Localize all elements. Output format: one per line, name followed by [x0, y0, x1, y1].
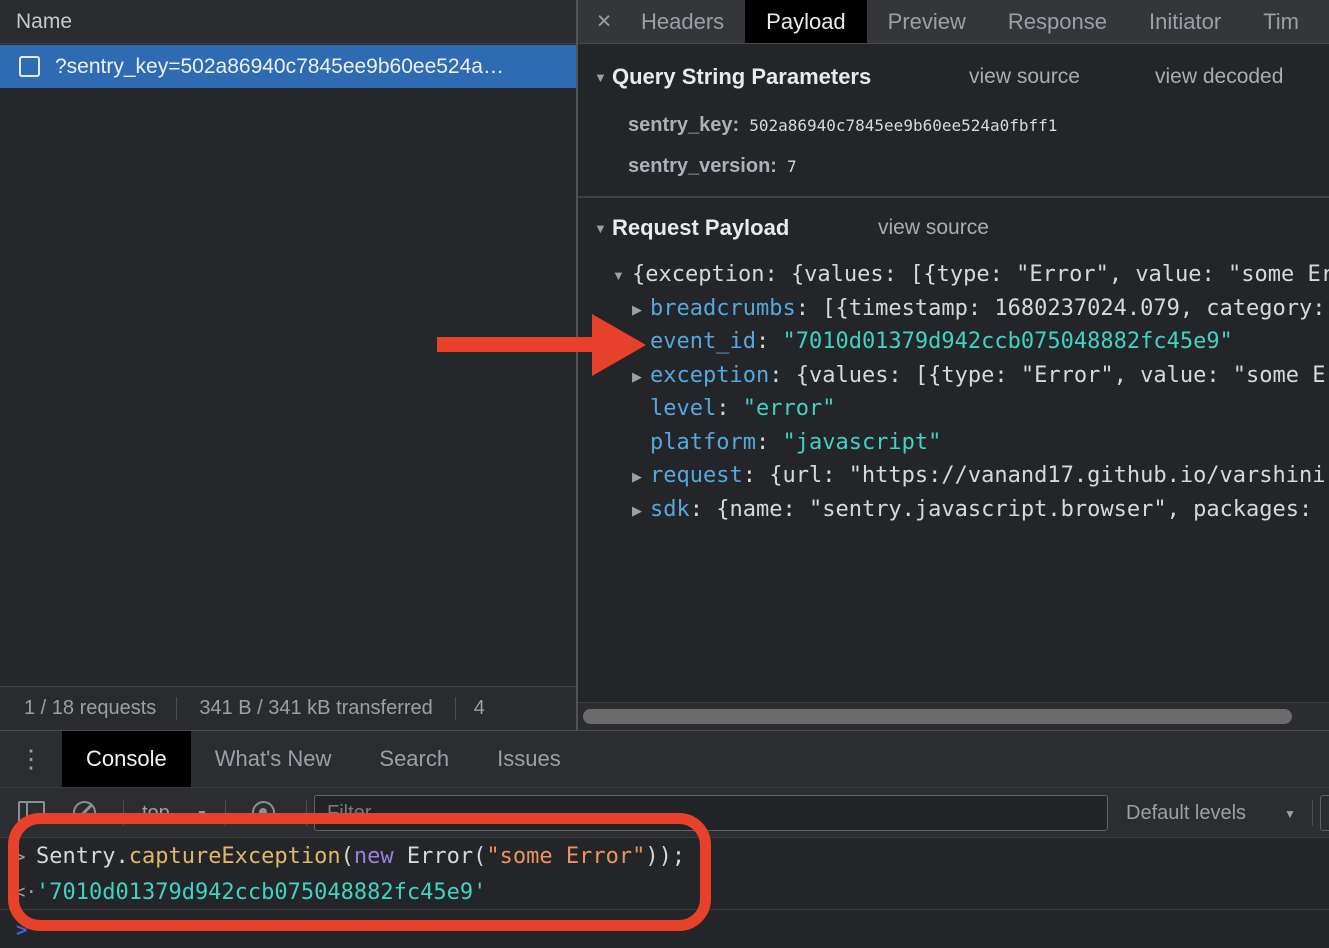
tree-row-request[interactable]: ▶request: {url: "https://vanand17.github… — [578, 459, 1329, 493]
tree-key: breadcrumbs — [650, 296, 796, 321]
tree-row-event-id[interactable]: event_id: "7010d01379d942ccb075048882fc4… — [578, 325, 1329, 359]
request-payload-section-header: ▼ Request Payload view source — [594, 214, 1329, 242]
tree-key: sdk — [650, 497, 690, 522]
param-name: sentry_version: — [628, 155, 777, 177]
tree-key: exception — [650, 363, 769, 388]
tab-console[interactable]: Console — [62, 731, 191, 787]
triangle-expanded-icon[interactable]: ▼ — [594, 70, 612, 85]
tree-string-value: "7010d01379d942ccb075048882fc45e9" — [782, 329, 1232, 354]
tree-row-root[interactable]: ▼{exception: {values: [{type: "Error", v… — [578, 258, 1329, 292]
transferred-size: 341 B / 341 kB transferred — [177, 697, 454, 720]
tree-key: level — [650, 396, 716, 421]
annotation-arrow-shaft — [437, 337, 593, 352]
view-source-link[interactable]: view source — [878, 214, 989, 242]
expander-icon[interactable]: ▶ — [632, 460, 650, 493]
tree-key: platform — [650, 430, 756, 455]
tab-headers[interactable]: Headers — [620, 0, 745, 43]
tree-row-exception[interactable]: ▶exception: {values: [{type: "Error", va… — [578, 359, 1329, 393]
horizontal-scrollbar[interactable] — [578, 702, 1329, 730]
tree-row-platform[interactable]: platform: "javascript" — [578, 426, 1329, 460]
param-value: 502a86940c7845ee9b60ee524a0fbff1 — [749, 116, 1057, 135]
section-divider — [578, 196, 1329, 198]
param-value: 7 — [787, 157, 797, 176]
details-tab-bar: × Headers Payload Preview Response Initi… — [578, 0, 1329, 44]
drawer-tab-bar: ⋮ Console What's New Search Issues — [0, 731, 1329, 787]
settings-button-partial[interactable] — [1320, 795, 1329, 831]
expander-icon[interactable]: ▶ — [632, 494, 650, 527]
network-name-column-header[interactable]: Name — [0, 0, 576, 44]
param-name: sentry_key: — [628, 114, 739, 136]
network-status-bar: 1 / 18 requests 341 B / 341 kB transferr… — [0, 686, 576, 730]
toolbar-divider — [1312, 800, 1313, 826]
request-details-panel: × Headers Payload Preview Response Initi… — [578, 0, 1329, 730]
close-icon[interactable]: × — [578, 0, 620, 43]
tab-response[interactable]: Response — [987, 0, 1128, 43]
tree-row-breadcrumbs[interactable]: ▶breadcrumbs: [{timestamp: 1680237024.07… — [578, 292, 1329, 326]
tab-whats-new[interactable]: What's New — [191, 731, 356, 787]
param-row: sentry_key: 502a86940c7845ee9b60ee524a0fb… — [578, 105, 1329, 146]
overflow-menu-icon[interactable]: ⋮ — [0, 731, 62, 787]
tree-key: event_id — [650, 329, 756, 354]
tree-row-level[interactable]: level: "error" — [578, 392, 1329, 426]
chevron-down-icon: ▼ — [1284, 807, 1296, 821]
annotation-arrow-head-icon — [592, 314, 646, 376]
name-column-label: Name — [16, 10, 72, 33]
query-string-title: Query String Parameters — [612, 64, 871, 90]
network-panel: Name ?sentry_key=502a86940c7845ee9b60ee5… — [0, 0, 576, 730]
view-decoded-link[interactable]: view decoded — [1155, 63, 1283, 91]
request-name-label: ?sentry_key=502a86940c7845ee9b60ee524a… — [55, 55, 504, 79]
network-request-row[interactable]: ?sentry_key=502a86940c7845ee9b60ee524a… — [0, 45, 576, 88]
payload-json-tree: ▼{exception: {values: [{type: "Error", v… — [578, 258, 1329, 526]
tree-key: request — [650, 463, 743, 488]
param-row: sentry_version: 7 — [578, 146, 1329, 187]
log-levels-dropdown[interactable]: Default levels — [1126, 788, 1246, 838]
tree-preview-text: {url: "https://vanand17.github.io/varshi… — [769, 463, 1325, 488]
request-checkbox[interactable] — [19, 56, 40, 77]
query-string-section-header: ▼ Query String Parameters view source vi… — [594, 63, 1329, 91]
tree-string-value: "javascript" — [782, 430, 941, 455]
tab-preview[interactable]: Preview — [867, 0, 987, 43]
tab-timing[interactable]: Tim — [1242, 0, 1320, 43]
annotation-highlight-box — [8, 813, 711, 931]
tree-string-value: "error" — [743, 396, 836, 421]
tab-search[interactable]: Search — [355, 731, 473, 787]
request-payload-title: Request Payload — [612, 215, 789, 241]
expander-icon[interactable]: ▼ — [612, 259, 632, 292]
triangle-expanded-icon[interactable]: ▼ — [594, 221, 612, 236]
tree-row-sdk[interactable]: ▶sdk: {name: "sentry.javascript.browser"… — [578, 493, 1329, 527]
tab-issues[interactable]: Issues — [473, 731, 585, 787]
resources-size: 4 — [456, 697, 485, 720]
tree-preview-text: {exception: {values: [{type: "Error", va… — [632, 262, 1329, 287]
tab-payload[interactable]: Payload — [745, 0, 867, 43]
view-source-link[interactable]: view source — [969, 63, 1080, 91]
scrollbar-thumb[interactable] — [583, 709, 1292, 724]
tree-preview-text: {values: [{type: "Error", value: "some E — [796, 363, 1326, 388]
tab-initiator[interactable]: Initiator — [1128, 0, 1242, 43]
requests-count: 1 / 18 requests — [0, 697, 176, 720]
tree-preview-text: [{timestamp: 1680237024.079, category: — [822, 296, 1329, 321]
tree-preview-text: {name: "sentry.javascript.browser", pack… — [716, 497, 1325, 522]
query-params-list: sentry_key: 502a86940c7845ee9b60ee524a0fb… — [578, 105, 1329, 187]
